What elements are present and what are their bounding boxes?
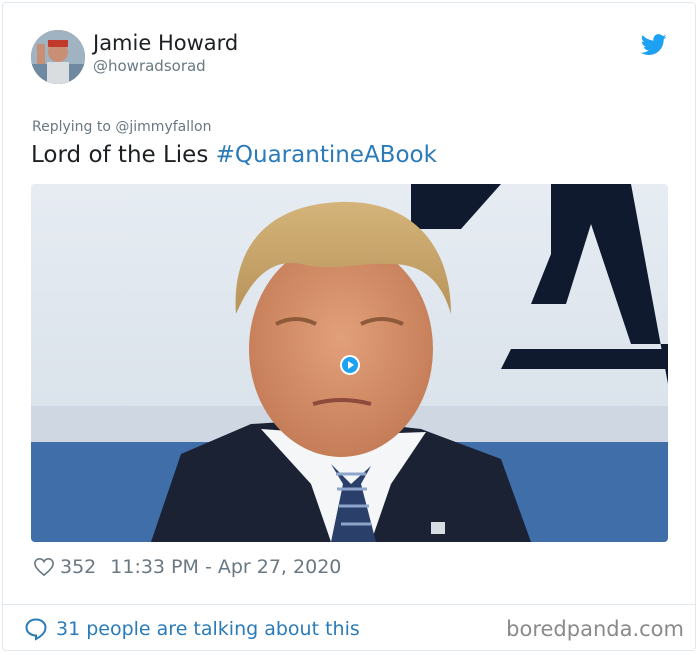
reply-prefix: Replying to (32, 119, 111, 135)
tweet-text: Lord of the Lies #QuarantineABook (31, 142, 437, 168)
conversation-text: 31 people are talking about this (56, 618, 360, 640)
author-avatar[interactable] (31, 30, 85, 84)
speech-bubble-icon (25, 618, 47, 641)
author-name[interactable]: Jamie Howard (93, 31, 238, 55)
heart-icon[interactable] (33, 557, 55, 577)
tweet-meta: 352 11:33 PM - Apr 27, 2020 (33, 556, 341, 578)
reply-mention-link[interactable]: @jimmyfallon (115, 119, 211, 135)
author-handle[interactable]: @howradsorad (93, 57, 206, 75)
play-icon[interactable] (339, 354, 361, 376)
footer-divider (2, 604, 696, 605)
twitter-bird-icon[interactable] (641, 34, 667, 56)
hashtag-link[interactable]: #QuarantineABook (216, 142, 437, 168)
conversation-link[interactable]: 31 people are talking about this (24, 617, 360, 641)
avatar-image (31, 30, 85, 84)
reply-context: Replying to @jimmyfallon (32, 119, 211, 135)
like-count[interactable]: 352 (60, 556, 96, 578)
tweet-timestamp[interactable]: 11:33 PM - Apr 27, 2020 (110, 556, 341, 578)
source-watermark: boredpanda.com (506, 617, 684, 641)
tweet-body: Lord of the Lies (31, 142, 209, 168)
